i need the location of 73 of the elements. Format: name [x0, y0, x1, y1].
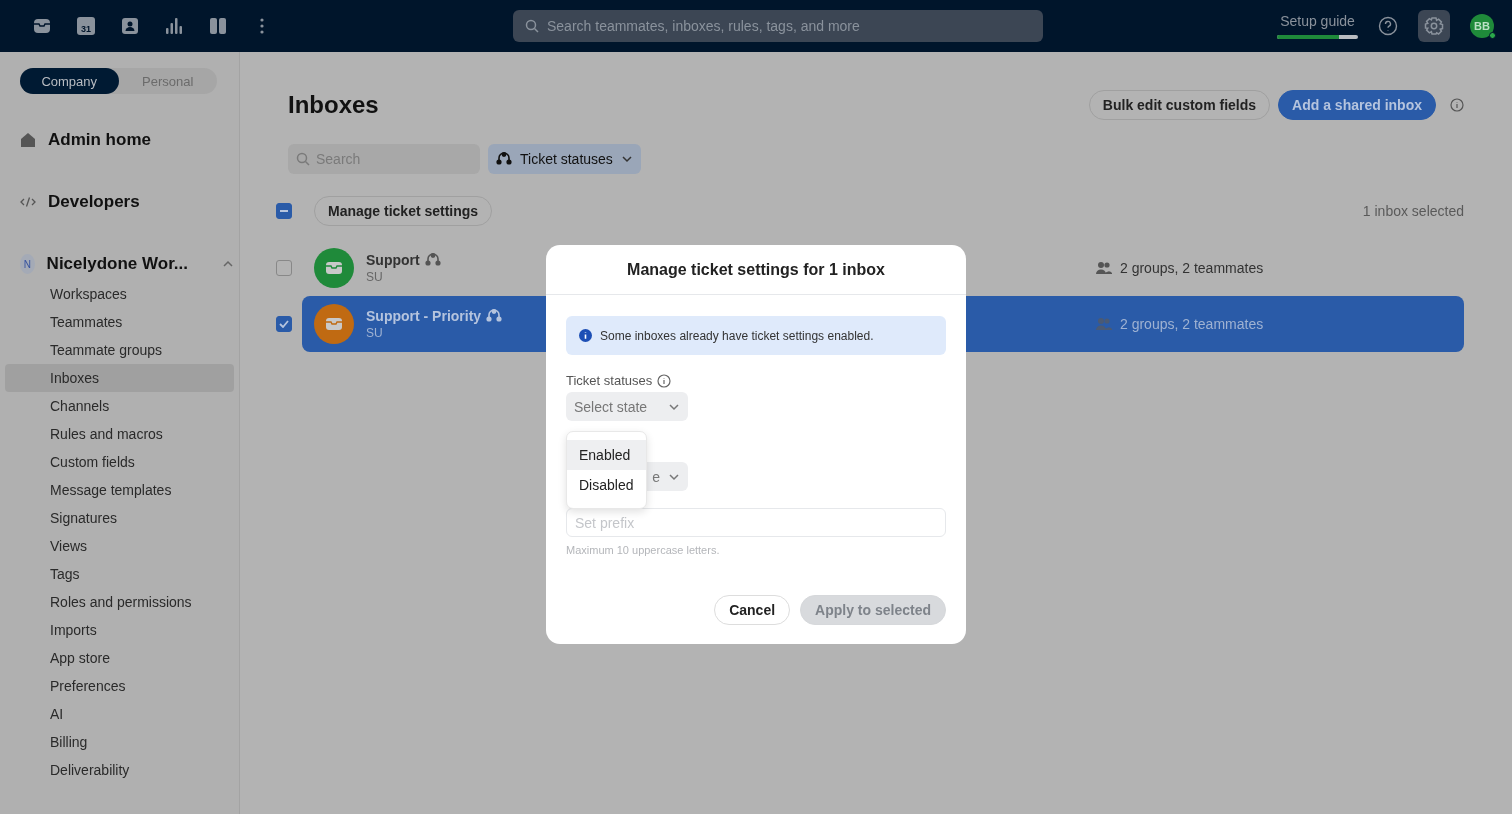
inbox-code: SU: [366, 270, 383, 284]
info-icon: [579, 329, 592, 342]
headset-icon: [486, 308, 503, 324]
sidebar-item[interactable]: Roles and permissions: [5, 588, 234, 616]
sidebar-item[interactable]: Workspaces: [5, 280, 234, 308]
select-all-checkbox[interactable]: [276, 203, 292, 219]
state-select[interactable]: Select state: [566, 392, 688, 421]
calendar-icon: 31: [77, 17, 95, 35]
sidebar-item[interactable]: Rules and macros: [5, 420, 234, 448]
sidebar-item[interactable]: Channels: [5, 392, 234, 420]
sidebar-item[interactable]: AI: [5, 700, 234, 728]
dialog-title: Manage ticket settings for 1 inbox: [627, 260, 885, 279]
menu-item[interactable]: Enabled: [567, 440, 646, 470]
sidebar-item[interactable]: Billing: [5, 728, 234, 756]
more-icon: [260, 18, 264, 34]
minus-icon: [280, 210, 288, 212]
search-icon: [525, 19, 539, 33]
setup-guide-button[interactable]: Setup guide: [1277, 13, 1358, 39]
workspace-title[interactable]: Nicelydone Wor...: [46, 254, 188, 274]
sidebar-item[interactable]: Message templates: [5, 476, 234, 504]
action-button[interactable]: Add a shared inbox: [1278, 90, 1436, 120]
sidebar-item[interactable]: Views: [5, 532, 234, 560]
sidebar-item[interactable]: Signatures: [5, 504, 234, 532]
home-icon: [20, 132, 36, 148]
info-icon: [1450, 98, 1464, 112]
people-icon: [1096, 317, 1112, 331]
settings-button[interactable]: [1418, 10, 1450, 42]
cancel-button[interactable]: Cancel: [714, 595, 791, 625]
toolbar-button[interactable]: 31: [64, 8, 108, 44]
columns-icon: [209, 17, 227, 35]
sidebar-item[interactable]: Teammate groups: [5, 336, 234, 364]
inbox-code: SU: [366, 326, 383, 340]
headset-icon: [496, 151, 512, 167]
sidebar-item[interactable]: Deliverability: [5, 756, 234, 784]
check-icon: [279, 320, 289, 328]
hint-text: Maximum 10 uppercase letters.: [566, 544, 721, 556]
inbox-icon: [325, 317, 343, 331]
field-label: Ticket statuses: [566, 373, 653, 388]
help-icon: [1378, 16, 1398, 36]
nav-link[interactable]: Admin home: [48, 130, 151, 150]
inbox-icon: [32, 18, 52, 34]
nav-link[interactable]: Developers: [48, 192, 140, 212]
sidebar-item[interactable]: Custom fields: [5, 448, 234, 476]
code-icon: [20, 196, 36, 208]
search-icon: [296, 152, 310, 166]
people-icon: [1096, 261, 1112, 275]
settings-icon: [1424, 16, 1444, 36]
page-title: Inboxes: [288, 91, 379, 119]
inbox-name: Support - Priority: [366, 308, 482, 324]
row-checkbox[interactable]: [276, 316, 292, 332]
members-summary: 2 groups, 2 teammates: [1120, 316, 1264, 332]
sidebar-item[interactable]: Tags: [5, 560, 234, 588]
contact-card-icon: [121, 17, 139, 35]
chevron-down-icon: [620, 153, 633, 165]
inbox-name: Support: [366, 252, 420, 268]
filter-dropdown[interactable]: Ticket statuses: [488, 144, 641, 174]
sidebar-item[interactable]: Imports: [5, 616, 234, 644]
scope-tab[interactable]: Company: [20, 68, 119, 94]
inbox-icon: [325, 261, 343, 275]
sidebar-item[interactable]: Teammates: [5, 308, 234, 336]
members-summary: 2 groups, 2 teammates: [1120, 260, 1264, 276]
sidebar-item[interactable]: Preferences: [5, 672, 234, 700]
prefix-input[interactable]: Set prefix: [566, 508, 946, 537]
info-icon: [657, 373, 672, 388]
sidebar-item[interactable]: App store: [5, 644, 234, 672]
menu-item[interactable]: Disabled: [567, 470, 646, 500]
headset-icon: [424, 252, 441, 268]
workspace-badge: N: [20, 254, 35, 274]
bar-chart-icon: [165, 17, 183, 35]
selection-count: 1 inbox selected: [1362, 203, 1464, 219]
sidebar-item[interactable]: Inboxes: [5, 364, 234, 392]
notice-text: Some inboxes already have ticket settings enabled.: [600, 328, 874, 343]
row-checkbox[interactable]: [276, 260, 292, 276]
